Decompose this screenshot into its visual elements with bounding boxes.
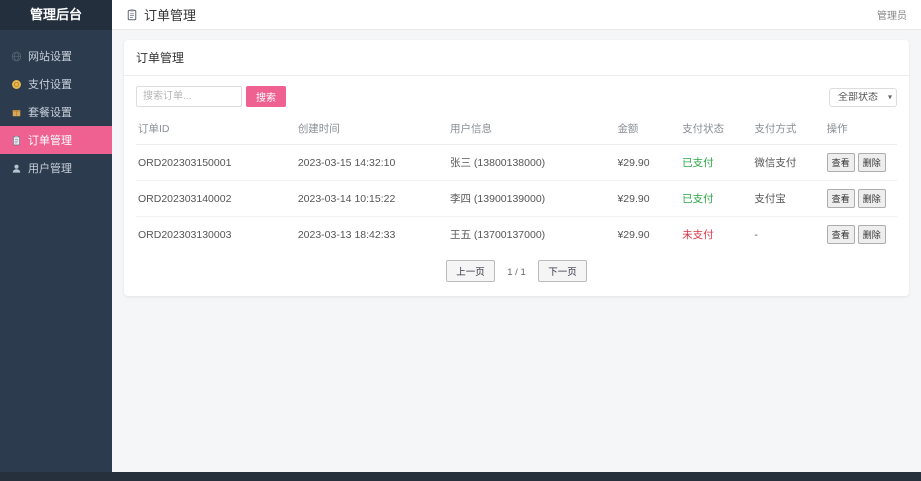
next-page-button[interactable]: 下一页 bbox=[538, 260, 587, 282]
sidebar-menu: 网站设置支付设置套餐设置订单管理用户管理 bbox=[0, 42, 112, 182]
content-area: 订单管理 搜索 全部状态 ▾ 订单ID创建时间用户信息金额支付状态支付方式操作 … bbox=[112, 30, 921, 306]
orders-table: 订单ID创建时间用户信息金额支付状态支付方式操作 ORD202303150001… bbox=[136, 113, 897, 252]
order-id-cell: ORD202303130003 bbox=[136, 217, 296, 253]
payment-status-cell: 已支付 bbox=[680, 181, 752, 217]
page-info: 1 / 1 bbox=[507, 267, 526, 278]
clipboard-icon bbox=[10, 134, 22, 146]
created-time-cell: 2023-03-15 14:32:10 bbox=[296, 145, 448, 181]
payment-status-cell: 未支付 bbox=[680, 217, 752, 253]
main-area: 订单管理 管理员 订单管理 搜索 全部状态 ▾ 订单ID创建时 bbox=[112, 0, 921, 472]
package-icon bbox=[10, 106, 22, 118]
delete-button[interactable]: 删除 bbox=[858, 153, 886, 172]
user-icon bbox=[10, 162, 22, 174]
user-info-cell: 王五 (13700137000) bbox=[448, 217, 615, 253]
payment-icon bbox=[10, 78, 22, 90]
actions-cell: 查看删除 bbox=[825, 145, 897, 181]
column-header: 创建时间 bbox=[296, 113, 448, 145]
sidebar-item-payment-settings[interactable]: 支付设置 bbox=[0, 70, 112, 98]
search-button[interactable]: 搜索 bbox=[246, 86, 286, 107]
orders-table-wrap: 订单ID创建时间用户信息金额支付状态支付方式操作 ORD202303150001… bbox=[124, 113, 909, 252]
app-window: 管理后台 网站设置支付设置套餐设置订单管理用户管理 订单管理 管理员 订单管理 … bbox=[0, 0, 921, 481]
page-title: 订单管理 bbox=[126, 5, 196, 24]
sidebar-item-user-management[interactable]: 用户管理 bbox=[0, 154, 112, 182]
sidebar-item-site-settings[interactable]: 网站设置 bbox=[0, 42, 112, 70]
page-title-text: 订单管理 bbox=[144, 5, 196, 24]
sidebar-item-order-management[interactable]: 订单管理 bbox=[0, 126, 112, 154]
table-row: ORD2023031300032023-03-13 18:42:33王五 (13… bbox=[136, 217, 897, 253]
status-filter-select[interactable]: 全部状态 bbox=[829, 88, 897, 107]
column-header: 操作 bbox=[825, 113, 897, 145]
app-title: 管理后台 bbox=[0, 0, 112, 30]
orders-toolbar: 搜索 全部状态 ▾ bbox=[124, 76, 909, 113]
panel-title: 订单管理 bbox=[124, 40, 909, 76]
actions-cell: 查看删除 bbox=[825, 181, 897, 217]
payment-method-cell: 微信支付 bbox=[752, 145, 824, 181]
table-header-row: 订单ID创建时间用户信息金额支付状态支付方式操作 bbox=[136, 113, 897, 145]
column-header: 金额 bbox=[615, 113, 680, 145]
payment-method-cell: 支付宝 bbox=[752, 181, 824, 217]
orders-panel: 订单管理 搜索 全部状态 ▾ 订单ID创建时间用户信息金额支付状态支付方式操作 … bbox=[124, 40, 909, 296]
sidebar-item-label: 套餐设置 bbox=[28, 104, 72, 120]
sidebar-item-package-settings[interactable]: 套餐设置 bbox=[0, 98, 112, 126]
amount-cell: ¥29.90 bbox=[615, 181, 680, 217]
clipboard-icon bbox=[126, 9, 138, 21]
view-button[interactable]: 查看 bbox=[827, 225, 855, 244]
pagination: 上一页 1 / 1 下一页 bbox=[124, 252, 909, 296]
delete-button[interactable]: 删除 bbox=[858, 225, 886, 244]
footer-bar bbox=[0, 472, 921, 481]
table-row: ORD2023031500012023-03-15 14:32:10张三 (13… bbox=[136, 145, 897, 181]
search-input[interactable] bbox=[136, 86, 242, 107]
prev-page-button[interactable]: 上一页 bbox=[446, 260, 495, 282]
delete-button[interactable]: 删除 bbox=[858, 189, 886, 208]
payment-method-cell: - bbox=[752, 217, 824, 253]
column-header: 用户信息 bbox=[448, 113, 615, 145]
sidebar-item-label: 订单管理 bbox=[28, 132, 72, 148]
order-id-cell: ORD202303150001 bbox=[136, 145, 296, 181]
globe-icon bbox=[10, 50, 22, 62]
table-row: ORD2023031400022023-03-14 10:15:22李四 (13… bbox=[136, 181, 897, 217]
order-id-cell: ORD202303140002 bbox=[136, 181, 296, 217]
created-time-cell: 2023-03-13 18:42:33 bbox=[296, 217, 448, 253]
amount-cell: ¥29.90 bbox=[615, 145, 680, 181]
actions-cell: 查看删除 bbox=[825, 217, 897, 253]
view-button[interactable]: 查看 bbox=[827, 153, 855, 172]
column-header: 支付方式 bbox=[752, 113, 824, 145]
column-header: 支付状态 bbox=[680, 113, 752, 145]
created-time-cell: 2023-03-14 10:15:22 bbox=[296, 181, 448, 217]
user-info-cell: 张三 (13800138000) bbox=[448, 145, 615, 181]
column-header: 订单ID bbox=[136, 113, 296, 145]
user-info-cell: 李四 (13900139000) bbox=[448, 181, 615, 217]
sidebar: 管理后台 网站设置支付设置套餐设置订单管理用户管理 bbox=[0, 0, 112, 472]
payment-status-cell: 已支付 bbox=[680, 145, 752, 181]
sidebar-item-label: 用户管理 bbox=[28, 160, 72, 176]
sidebar-item-label: 支付设置 bbox=[28, 76, 72, 92]
view-button[interactable]: 查看 bbox=[827, 189, 855, 208]
status-filter: 全部状态 ▾ bbox=[829, 87, 897, 107]
topbar: 订单管理 管理员 bbox=[112, 0, 921, 30]
sidebar-item-label: 网站设置 bbox=[28, 48, 72, 64]
user-menu[interactable]: 管理员 bbox=[877, 7, 907, 22]
amount-cell: ¥29.90 bbox=[615, 217, 680, 253]
